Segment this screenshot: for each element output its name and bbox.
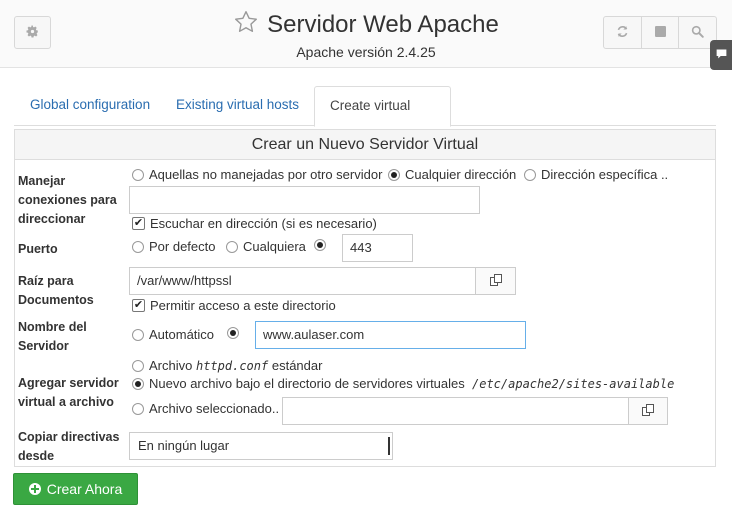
stop-button[interactable] [642, 17, 680, 48]
copy-directives-select[interactable]: En ningún lugar [129, 432, 393, 460]
create-vhost-panel: Crear un Nuevo Servidor Virtual Manejar … [14, 129, 716, 467]
plus-circle-icon [28, 483, 41, 495]
module-header: Servidor Web Apache Apache versión 2.4.2… [0, 0, 732, 68]
refresh-icon [616, 25, 629, 41]
chat-icon [715, 47, 728, 63]
stop-icon [654, 25, 666, 40]
port-input[interactable]: 443 [342, 234, 413, 262]
panel-heading: Crear un Nuevo Servidor Virtual [15, 130, 715, 160]
server-name-auto-label: Automático [149, 327, 215, 342]
port-option-any[interactable]: Cualquiera [226, 239, 306, 254]
port-option-any-label: Cualquiera [243, 239, 306, 254]
radio-port-default[interactable] [132, 240, 144, 253]
allow-checkbox[interactable]: ✔ [132, 299, 145, 312]
server-name-input[interactable]: www.aulaser.com [255, 321, 526, 349]
selected-file-browse-button[interactable] [628, 397, 668, 425]
docroot-input[interactable]: /var/www/httpssl [129, 267, 476, 295]
add-to-option-httpd-code: httpd.conf [195, 358, 269, 373]
port-label: Puerto [18, 242, 58, 256]
address-label: Manejar conexiones para direccionar [18, 174, 117, 226]
allow-checkbox-label: Permitir acceso a este directorio [150, 298, 336, 313]
add-to-option-new-file-path: /etc/apache2/sites-available [472, 376, 675, 391]
listen-checkbox-row[interactable]: ✔ Escuchar en dirección (si es necesario… [132, 216, 377, 231]
address-option-specific[interactable]: Dirección específica .. [524, 167, 668, 182]
radio-add-httpd-conf[interactable] [132, 359, 144, 372]
file-chooser-icon [489, 273, 502, 289]
star-icon[interactable] [233, 9, 259, 42]
address-option-specific-label: Dirección específica .. [541, 167, 669, 182]
radio-add-selected-file[interactable] [132, 402, 144, 415]
docroot-label: Raíz para Documentos [18, 274, 94, 307]
tab-create-virtual-host[interactable]: Create virtual host [314, 86, 451, 151]
server-name-label: Nombre del Servidor [18, 320, 87, 353]
refresh-button[interactable] [604, 17, 642, 48]
port-option-default-label: Por defecto [149, 239, 216, 254]
create-now-label: Crear Ahora [46, 481, 123, 497]
address-input[interactable] [129, 186, 480, 214]
radio-any-address[interactable] [388, 168, 400, 181]
side-panel-toggle[interactable] [710, 40, 732, 70]
port-option-specific[interactable] [314, 239, 331, 251]
page-title: Servidor Web Apache [267, 11, 499, 38]
radio-port-any[interactable] [226, 240, 238, 253]
radio-add-new-file[interactable] [132, 377, 144, 390]
file-chooser-icon [642, 403, 654, 419]
add-to-option-httpd-suffix: estándar [271, 358, 323, 373]
copy-directives-label: Copiar directivas desde [18, 430, 120, 463]
address-option-any-label: Cualquier dirección [405, 167, 517, 182]
header-action-group [603, 16, 717, 49]
select-caret-icon [388, 437, 390, 455]
copy-directives-selected: En ningún lugar [138, 438, 230, 453]
radio-unhandled[interactable] [132, 168, 144, 181]
add-to-file-label: Agregar servidor virtual a archivo [18, 376, 119, 409]
tab-global-configuration[interactable]: Global configuration [15, 86, 165, 126]
radio-server-name-specific[interactable] [227, 327, 239, 339]
radio-port-specific[interactable] [314, 239, 326, 251]
listen-checkbox[interactable]: ✔ [132, 217, 145, 230]
port-option-default[interactable]: Por defecto [132, 239, 216, 254]
listen-checkbox-label: Escuchar en dirección (si es necesario) [150, 216, 377, 231]
add-to-option-new-file-label: Nuevo archivo bajo el directorio de serv… [149, 376, 465, 391]
tab-existing-virtual-hosts[interactable]: Existing virtual hosts [161, 86, 314, 126]
radio-specific-address[interactable] [524, 168, 536, 181]
selected-file-input[interactable] [282, 397, 629, 425]
address-option-unhandled[interactable]: Aquellas no manejadas por otro servidor [132, 167, 382, 182]
tab-bar: Global configuration Existing virtual ho… [14, 86, 716, 151]
allow-checkbox-row[interactable]: ✔ Permitir acceso a este directorio [132, 298, 336, 313]
address-option-unhandled-label: Aquellas no manejadas por otro servidor [149, 167, 383, 182]
server-name-option-specific[interactable] [227, 327, 244, 339]
server-name-option-auto[interactable]: Automático [132, 327, 214, 342]
docroot-browse-button[interactable] [475, 267, 516, 295]
create-now-button[interactable]: Crear Ahora [13, 473, 138, 505]
search-icon [691, 25, 704, 41]
add-to-option-selected-file-label: Archivo seleccionado.. [149, 401, 280, 416]
address-option-any[interactable]: Cualquier dirección [388, 167, 516, 182]
add-to-option-new-file[interactable]: Nuevo archivo bajo el directorio de serv… [132, 376, 674, 391]
radio-server-name-auto[interactable] [132, 328, 144, 341]
add-to-option-httpd-prefix: Archivo [149, 358, 193, 373]
add-to-option-selected-file[interactable]: Archivo seleccionado.. [132, 401, 279, 416]
add-to-option-httpd[interactable]: Archivo httpd.conf estándar [132, 358, 322, 373]
